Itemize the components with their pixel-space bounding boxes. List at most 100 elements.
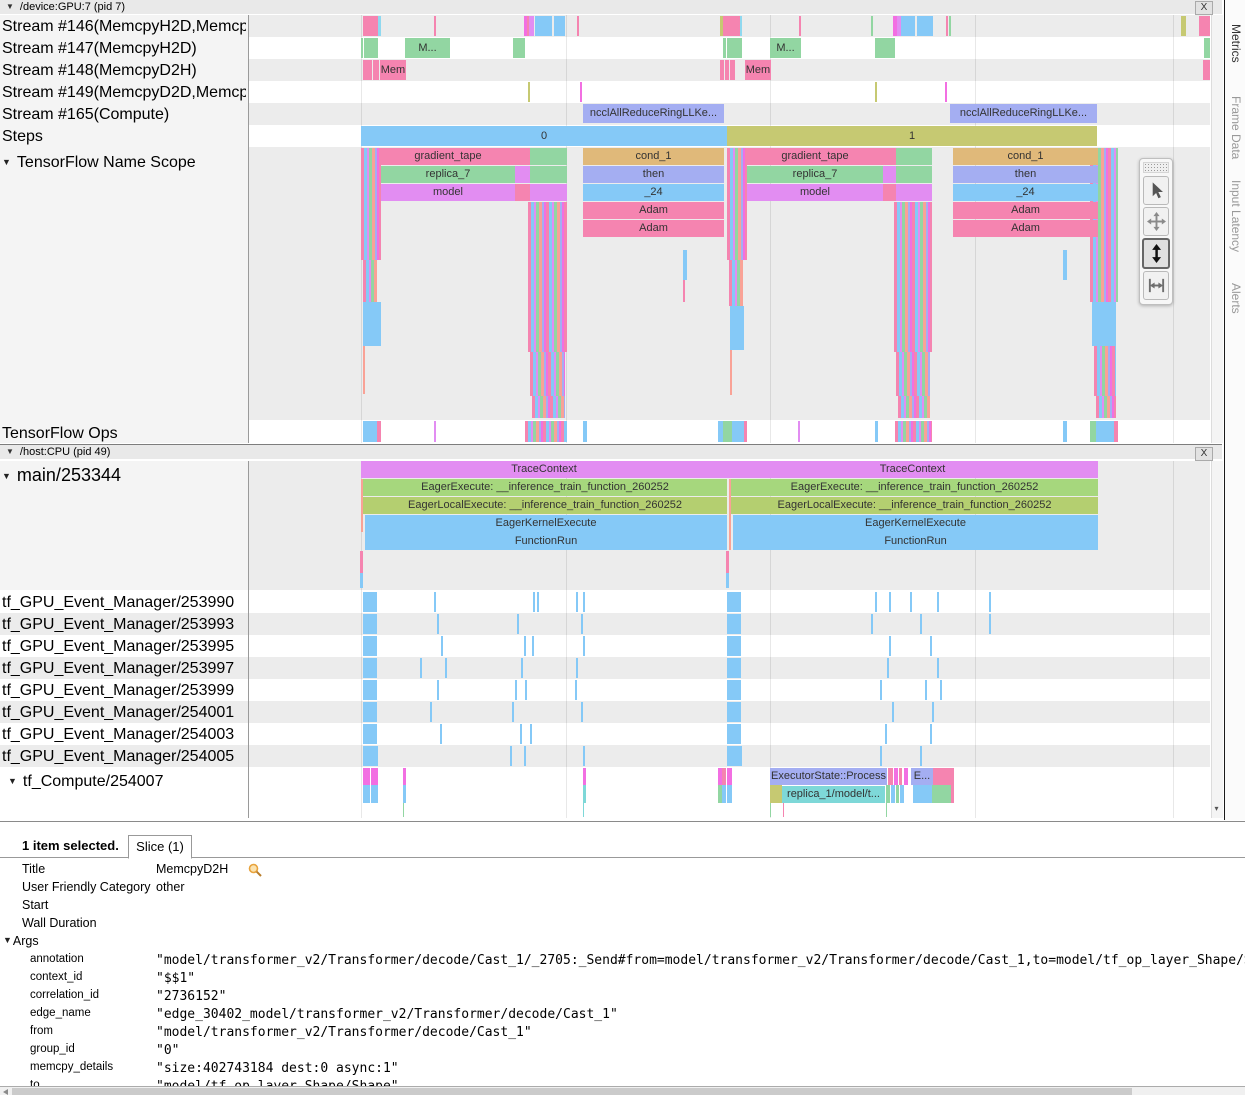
trace-fragment[interactable]: [576, 592, 578, 612]
cond-1-bar[interactable]: cond_1: [583, 148, 724, 165]
trace-fragment[interactable]: [510, 746, 512, 766]
trace-fragment[interactable]: [363, 785, 370, 803]
palette-drag-handle[interactable]: [1143, 162, 1169, 173]
trace-fragment[interactable]: [910, 592, 912, 612]
trace-fragment[interactable]: [945, 82, 947, 102]
trace-fragment[interactable]: [727, 38, 742, 58]
trace-fragment[interactable]: [727, 636, 741, 656]
replica-1-model-bar[interactable]: replica_1/model/t...: [782, 786, 885, 803]
trace-fragment[interactable]: [885, 724, 887, 744]
trace-fragment[interactable]: [524, 636, 526, 656]
trace-fragment[interactable]: [583, 636, 585, 656]
executor-state-bar[interactable]: E...: [911, 768, 933, 785]
trace-fragment[interactable]: [373, 60, 379, 80]
trace-fragment[interactable]: [533, 592, 535, 612]
trace-fragment[interactable]: [896, 166, 932, 183]
collapse-icon[interactable]: ▼: [6, 447, 14, 456]
trace-fragment[interactable]: [360, 573, 363, 588]
trace-fragment[interactable]: [583, 803, 584, 817]
trace-fragment[interactable]: [363, 636, 377, 656]
scope-24-bar[interactable]: _24: [583, 184, 724, 201]
eager-local-execute-bar[interactable]: EagerLocalExecute: __inference_train_fun…: [731, 497, 1098, 514]
collapse-icon[interactable]: ▼: [2, 157, 11, 167]
step-1-bar[interactable]: 1: [727, 126, 1097, 146]
trace-fragment[interactable]: [583, 768, 586, 785]
trace-fragment[interactable]: [727, 724, 741, 744]
tab-frame-data[interactable]: Frame Data: [1229, 96, 1243, 159]
trace-fragment[interactable]: [434, 421, 436, 442]
trace-fragment[interactable]: [377, 421, 381, 442]
trace-fragment[interactable]: [371, 785, 378, 803]
trace-dense-events[interactable]: [525, 421, 567, 442]
trace-fragment[interactable]: [363, 768, 370, 785]
model-bar[interactable]: model: [381, 184, 515, 201]
trace-fragment[interactable]: [930, 724, 932, 744]
trace-fragment[interactable]: [930, 636, 932, 656]
trace-dense-events[interactable]: [363, 260, 377, 302]
trace-fragment[interactable]: [515, 184, 530, 201]
trace-fragment[interactable]: [896, 184, 932, 201]
memcpy-d2h-bar[interactable]: Mem: [380, 60, 406, 80]
trace-fragment[interactable]: [783, 803, 784, 817]
trace-fragment[interactable]: [900, 785, 904, 803]
scope-24-bar[interactable]: _24: [953, 184, 1098, 201]
trace-fragment[interactable]: [886, 803, 887, 817]
trace-fragment[interactable]: [730, 60, 735, 80]
trace-fragment[interactable]: [363, 614, 377, 634]
trace-fragment[interactable]: [515, 680, 517, 700]
trace-fragment[interactable]: [363, 702, 377, 722]
trace-fragment[interactable]: [363, 421, 377, 442]
trace-fragment[interactable]: [871, 16, 873, 36]
host-vertical-scrollbar[interactable]: [1211, 461, 1223, 818]
function-run-bar[interactable]: FunctionRun: [365, 532, 727, 550]
trace-fragment[interactable]: [989, 592, 991, 612]
trace-fragment[interactable]: [363, 746, 378, 766]
trace-dense-events[interactable]: [530, 352, 565, 396]
gradient-tape-bar[interactable]: gradient_tape: [747, 148, 883, 165]
trace-fragment[interactable]: [535, 16, 552, 36]
collapse-icon[interactable]: ▼: [3, 935, 12, 945]
executor-state-bar[interactable]: ExecutorState::Process: [770, 768, 887, 785]
trace-dense-events[interactable]: [361, 148, 381, 260]
trace-fragment[interactable]: [888, 768, 893, 785]
trace-fragment[interactable]: [575, 680, 577, 700]
scroll-left-icon[interactable]: [3, 1089, 8, 1095]
trace-fragment[interactable]: [892, 702, 894, 722]
trace-fragment[interactable]: [520, 724, 522, 744]
trace-fragment[interactable]: [515, 148, 530, 165]
memcpy-d2h-bar[interactable]: Mem: [745, 60, 771, 80]
trace-fragment[interactable]: [875, 421, 878, 442]
trace-fragment[interactable]: [917, 16, 933, 36]
trace-fragment[interactable]: [940, 680, 942, 700]
trace-fragment[interactable]: [430, 702, 432, 722]
name-scope-row-label[interactable]: ▼TensorFlow Name Scope: [2, 152, 246, 172]
trace-fragment[interactable]: [904, 768, 908, 785]
trace-dense-events[interactable]: [896, 352, 930, 396]
trace-fragment[interactable]: [512, 702, 514, 722]
then-bar[interactable]: then: [953, 166, 1098, 183]
eager-kernel-execute-bar[interactable]: EagerKernelExecute: [733, 515, 1098, 532]
memcpy-h2d-bar[interactable]: M...: [405, 38, 450, 58]
trace-fragment[interactable]: [726, 573, 729, 588]
trace-fragment[interactable]: [896, 785, 899, 803]
trace-fragment[interactable]: [932, 702, 934, 722]
trace-fragment[interactable]: [554, 16, 565, 36]
trace-fragment[interactable]: [437, 680, 439, 700]
step-0-bar[interactable]: 0: [361, 126, 727, 146]
trace-fragment[interactable]: [441, 636, 443, 656]
trace-fragment[interactable]: [1203, 60, 1210, 80]
gpu-vertical-scrollbar[interactable]: [1211, 15, 1223, 443]
timing-tool-button[interactable]: [1143, 271, 1169, 300]
trace-fragment[interactable]: [880, 746, 882, 766]
trace-fragment[interactable]: [951, 785, 954, 803]
trace-fragment[interactable]: [371, 768, 378, 785]
horizontal-scrollbar[interactable]: [0, 1086, 1245, 1095]
trace-fragment[interactable]: [434, 592, 436, 612]
trace-dense-events[interactable]: [898, 396, 930, 418]
trace-fragment[interactable]: [744, 421, 747, 442]
trace-fragment[interactable]: [363, 724, 377, 744]
trace-dense-events[interactable]: [532, 396, 565, 418]
trace-fragment[interactable]: [770, 785, 782, 803]
trace-fragment[interactable]: [683, 280, 685, 302]
trace-fragment[interactable]: [581, 702, 583, 722]
